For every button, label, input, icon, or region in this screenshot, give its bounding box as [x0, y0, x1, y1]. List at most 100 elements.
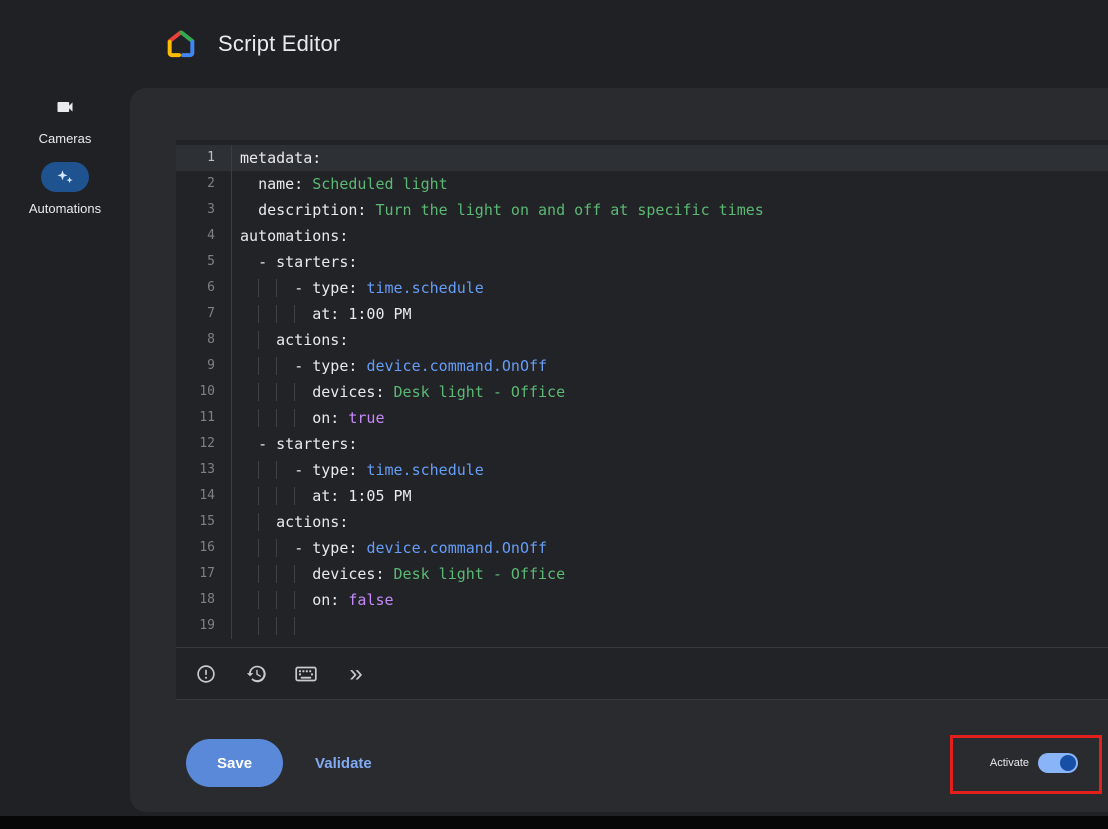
indent-guide — [276, 409, 294, 427]
code-token: false — [348, 591, 393, 609]
code-token: 1:05 PM — [348, 487, 411, 505]
indent — [240, 383, 258, 401]
code-line[interactable]: 5 - starters: — [176, 249, 1108, 275]
code-token: Desk light - Office — [394, 383, 566, 401]
code-line[interactable]: 6 - type: time.schedule — [176, 275, 1108, 301]
code-token: on: — [312, 409, 348, 427]
code-line[interactable]: 19 — [176, 613, 1108, 639]
indent-guide — [294, 617, 312, 635]
code-line[interactable]: 14 at: 1:05 PM — [176, 483, 1108, 509]
line-number: 15 — [176, 509, 232, 535]
indent — [240, 357, 258, 375]
code-line[interactable]: 8 actions: — [176, 327, 1108, 353]
line-number: 17 — [176, 561, 232, 587]
code-token: - type: — [294, 461, 366, 479]
activate-group: Activate — [990, 753, 1078, 773]
code-line[interactable]: 9 - type: device.command.OnOff — [176, 353, 1108, 379]
line-number: 1 — [176, 145, 232, 171]
indent-guide — [276, 487, 294, 505]
indent-guide — [294, 487, 312, 505]
indent-guide — [258, 461, 276, 479]
line-number: 18 — [176, 587, 232, 613]
code-line[interactable]: 18 on: false — [176, 587, 1108, 613]
code-token: - starters: — [258, 253, 357, 271]
code-line[interactable]: 10 devices: Desk light - Office — [176, 379, 1108, 405]
code-line-text: actions: — [232, 327, 348, 353]
code-line[interactable]: 12 - starters: — [176, 431, 1108, 457]
line-number: 13 — [176, 457, 232, 483]
code-line-text: on: true — [232, 405, 385, 431]
problems-button[interactable] — [194, 662, 218, 686]
line-number: 11 — [176, 405, 232, 431]
code-line-text: at: 1:05 PM — [232, 483, 412, 509]
code-line[interactable]: 4automations: — [176, 223, 1108, 249]
keyboard-shortcuts-icon — [294, 662, 318, 686]
code-token: devices: — [312, 565, 393, 583]
sidebar-item-cameras[interactable]: Cameras — [39, 92, 92, 146]
activate-toggle[interactable] — [1038, 753, 1078, 773]
code-token: at: — [312, 487, 348, 505]
indent — [240, 591, 258, 609]
code-line-text: - type: device.command.OnOff — [232, 353, 547, 379]
automations-active-pill — [41, 162, 89, 192]
indent — [240, 331, 258, 349]
code-line[interactable]: 15 actions: — [176, 509, 1108, 535]
code-line-text: at: 1:00 PM — [232, 301, 412, 327]
sidebar-item-label: Cameras — [39, 131, 92, 146]
indent-guide — [276, 461, 294, 479]
sidebar-item-automations[interactable]: Automations — [29, 162, 101, 216]
indent-guide — [276, 279, 294, 297]
code-line-text: actions: — [232, 509, 348, 535]
indent — [240, 175, 258, 193]
app-header: Script Editor — [0, 0, 1108, 88]
code-area[interactable]: 1metadata:2 name: Scheduled light3 descr… — [176, 140, 1108, 648]
code-editor[interactable]: 1metadata:2 name: Scheduled light3 descr… — [176, 140, 1108, 700]
code-token: Turn the light on and off at specific ti… — [375, 201, 763, 219]
indent-guide — [258, 409, 276, 427]
code-line[interactable]: 11 on: true — [176, 405, 1108, 431]
code-line[interactable]: 17 devices: Desk light - Office — [176, 561, 1108, 587]
code-line-text: description: Turn the light on and off a… — [232, 197, 764, 223]
code-line-text: - type: time.schedule — [232, 457, 484, 483]
code-line[interactable]: 2 name: Scheduled light — [176, 171, 1108, 197]
code-line[interactable]: 13 - type: time.schedule — [176, 457, 1108, 483]
indent-guide — [276, 383, 294, 401]
indent-guide — [258, 591, 276, 609]
google-home-logo-icon — [163, 28, 199, 60]
indent-guide — [294, 565, 312, 583]
validate-button[interactable]: Validate — [309, 754, 378, 773]
indent-guide — [258, 565, 276, 583]
code-line[interactable]: 16 - type: device.command.OnOff — [176, 535, 1108, 561]
line-number: 6 — [176, 275, 232, 301]
camera-icon-wrap — [41, 92, 89, 122]
history-icon — [245, 663, 267, 685]
editor-toolbar: » — [176, 647, 1108, 699]
line-number: 4 — [176, 223, 232, 249]
code-line-text: - starters: — [232, 249, 357, 275]
code-token: - type: — [294, 357, 366, 375]
indent — [240, 435, 258, 453]
code-line-text — [232, 613, 312, 639]
expand-toolbar-button[interactable]: » — [344, 662, 368, 686]
code-line-text: - type: device.command.OnOff — [232, 535, 547, 561]
indent — [240, 461, 258, 479]
code-token: - type: — [294, 279, 366, 297]
line-number: 8 — [176, 327, 232, 353]
save-button[interactable]: Save — [186, 739, 283, 787]
problems-icon — [195, 663, 217, 685]
code-token: time.schedule — [366, 279, 483, 297]
code-token: actions: — [276, 331, 348, 349]
indent-guide — [258, 331, 276, 349]
history-button[interactable] — [244, 662, 268, 686]
indent-guide — [276, 565, 294, 583]
code-token: time.schedule — [366, 461, 483, 479]
indent-guide — [276, 591, 294, 609]
keyboard-shortcuts-button[interactable] — [294, 662, 318, 686]
indent — [240, 279, 258, 297]
code-line-text: name: Scheduled light — [232, 171, 448, 197]
indent-guide — [258, 357, 276, 375]
code-line[interactable]: 7 at: 1:00 PM — [176, 301, 1108, 327]
indent-guide — [276, 539, 294, 557]
code-line[interactable]: 3 description: Turn the light on and off… — [176, 197, 1108, 223]
code-line[interactable]: 1metadata: — [176, 145, 1108, 171]
